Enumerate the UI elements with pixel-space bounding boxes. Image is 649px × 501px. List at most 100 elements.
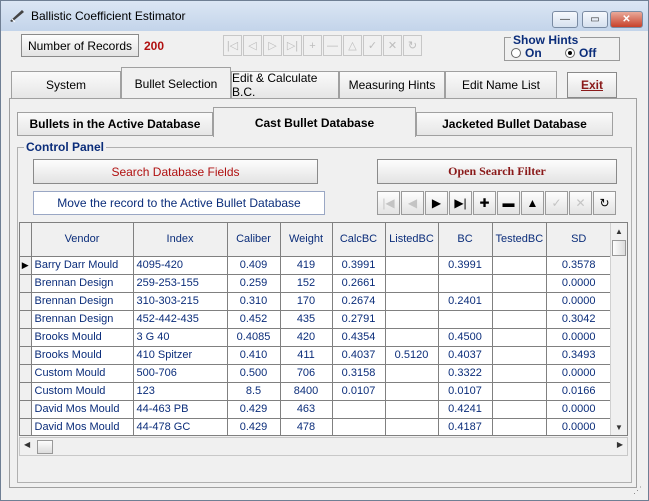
- cell-index[interactable]: 4095-420: [133, 256, 228, 275]
- scroll-left-icon[interactable]: ◀: [24, 440, 30, 449]
- cell-vendor[interactable]: David Mos Mould: [31, 418, 134, 435]
- cell-weight[interactable]: 420: [280, 328, 333, 347]
- cell-sd[interactable]: 0.3493: [546, 346, 612, 365]
- cell-calcbc[interactable]: 0.2791: [332, 310, 386, 329]
- cell-bc[interactable]: 0.3322: [438, 364, 493, 383]
- cell-listedbc[interactable]: [385, 310, 439, 329]
- cell-calcbc[interactable]: [332, 400, 386, 419]
- column-header-weight[interactable]: Weight: [280, 223, 333, 257]
- column-header-index[interactable]: Index: [133, 223, 228, 257]
- cell-calcbc[interactable]: [332, 418, 386, 435]
- cell-caliber[interactable]: 0.429: [227, 418, 281, 435]
- post-icon[interactable]: ✓: [545, 191, 568, 215]
- tab-bullet-selection[interactable]: Bullet Selection: [121, 67, 231, 99]
- cell-vendor[interactable]: Brennan Design: [31, 292, 134, 311]
- table-row[interactable]: Brennan Design 259-253-155 0.259 152 0.2661 0…: [20, 274, 612, 293]
- cell-weight[interactable]: 478: [280, 418, 333, 435]
- move-to-active-database-button[interactable]: Move the record to the Active Bullet Dat…: [33, 191, 325, 215]
- cell-weight[interactable]: 706: [280, 364, 333, 383]
- row-indicator[interactable]: [20, 310, 32, 329]
- scroll-right-icon[interactable]: ▶: [617, 440, 623, 449]
- row-indicator[interactable]: [20, 364, 32, 383]
- cell-bc[interactable]: 0.4500: [438, 328, 493, 347]
- row-indicator[interactable]: [20, 292, 32, 311]
- tab-active-database[interactable]: Bullets in the Active Database: [17, 112, 213, 136]
- exit-button[interactable]: Exit: [567, 72, 617, 98]
- cell-weight[interactable]: 419: [280, 256, 333, 275]
- cell-bc[interactable]: 0.2401: [438, 292, 493, 311]
- horizontal-scrollbar[interactable]: ◀ ▶: [19, 437, 628, 456]
- number-of-records-button[interactable]: Number of Records: [21, 34, 139, 57]
- horizontal-scroll-thumb[interactable]: [37, 440, 53, 454]
- cell-caliber[interactable]: 8.5: [227, 382, 281, 401]
- row-indicator[interactable]: [20, 274, 32, 293]
- column-header-caliber[interactable]: Caliber: [227, 223, 281, 257]
- delete-record-icon[interactable]: —: [323, 35, 342, 56]
- column-header-calcbc[interactable]: CalcBC: [332, 223, 386, 257]
- cell-testedbc[interactable]: [492, 328, 548, 347]
- maximize-button[interactable]: ▭: [582, 11, 608, 28]
- tab-cast-bullet-database[interactable]: Cast Bullet Database: [213, 107, 416, 137]
- cell-caliber[interactable]: 0.452: [227, 310, 281, 329]
- cell-index[interactable]: 259-253-155: [133, 274, 228, 293]
- cell-index[interactable]: 3 G 40: [133, 328, 228, 347]
- row-indicator[interactable]: [20, 328, 32, 347]
- edit-icon[interactable]: ▲: [521, 191, 544, 215]
- tab-jacketed-bullet-database[interactable]: Jacketed Bullet Database: [416, 112, 613, 136]
- column-header-sd[interactable]: SD: [546, 223, 612, 257]
- table-row[interactable]: Brooks Mould 3 G 40 0.4085 420 0.4354 0.4500 0…: [20, 328, 612, 347]
- cell-sd[interactable]: 0.0000: [546, 292, 612, 311]
- cell-vendor[interactable]: Brooks Mould: [31, 328, 134, 347]
- cell-vendor[interactable]: Brooks Mould: [31, 346, 134, 365]
- hints-on-radio[interactable]: On: [511, 46, 542, 60]
- first-icon[interactable]: |◀: [377, 191, 400, 215]
- cell-caliber[interactable]: 0.4085: [227, 328, 281, 347]
- last-record-icon[interactable]: ▷|: [283, 35, 302, 56]
- cell-bc[interactable]: [438, 310, 493, 329]
- close-button[interactable]: ✕: [610, 11, 643, 28]
- cell-calcbc[interactable]: 0.4354: [332, 328, 386, 347]
- tab-edit-calculate-bc[interactable]: Edit & Calculate B.C.: [231, 71, 339, 99]
- last-icon[interactable]: ▶|: [449, 191, 472, 215]
- cell-bc[interactable]: 0.4187: [438, 418, 493, 435]
- tab-edit-name-list[interactable]: Edit Name List: [445, 71, 557, 99]
- prior-icon[interactable]: ◀: [401, 191, 424, 215]
- scroll-down-icon[interactable]: ▼: [611, 419, 627, 435]
- cell-caliber[interactable]: 0.410: [227, 346, 281, 365]
- cell-testedbc[interactable]: [492, 364, 548, 383]
- cell-index[interactable]: 452-442-435: [133, 310, 228, 329]
- cell-calcbc[interactable]: 0.4037: [332, 346, 386, 365]
- cell-testedbc[interactable]: [492, 310, 548, 329]
- cell-weight[interactable]: 8400: [280, 382, 333, 401]
- row-indicator[interactable]: [20, 346, 32, 365]
- cell-listedbc[interactable]: [385, 328, 439, 347]
- cell-listedbc[interactable]: [385, 256, 439, 275]
- add-icon[interactable]: ✚: [473, 191, 496, 215]
- table-row[interactable]: Custom Mould 123 8.5 8400 0.0107 0.0107 0.0166: [20, 382, 612, 401]
- cell-bc[interactable]: 0.3991: [438, 256, 493, 275]
- column-header-listedbc[interactable]: ListedBC: [385, 223, 439, 257]
- cell-weight[interactable]: 152: [280, 274, 333, 293]
- cell-testedbc[interactable]: [492, 292, 548, 311]
- cell-caliber[interactable]: 0.310: [227, 292, 281, 311]
- cell-listedbc[interactable]: [385, 274, 439, 293]
- table-row[interactable]: David Mos Mould 44-478 GC 0.429 478 0.4187 0.…: [20, 418, 612, 435]
- cell-index[interactable]: 44-478 GC: [133, 418, 228, 435]
- vertical-scrollbar[interactable]: ▲ ▼: [610, 223, 627, 435]
- cell-sd[interactable]: 0.0000: [546, 364, 612, 383]
- resize-grip-icon[interactable]: ⋰: [633, 485, 645, 497]
- post-record-icon[interactable]: ✓: [363, 35, 382, 56]
- column-header-bc[interactable]: BC: [438, 223, 493, 257]
- cell-index[interactable]: 310-303-215: [133, 292, 228, 311]
- table-row[interactable]: Custom Mould 500-706 0.500 706 0.3158 0.3322 0…: [20, 364, 612, 383]
- cell-index[interactable]: 500-706: [133, 364, 228, 383]
- cell-bc[interactable]: 0.4241: [438, 400, 493, 419]
- cell-calcbc[interactable]: 0.0107: [332, 382, 386, 401]
- table-row[interactable]: Brennan Design 310-303-215 0.310 170 0.2674 0…: [20, 292, 612, 311]
- row-indicator[interactable]: [20, 382, 32, 401]
- cell-sd[interactable]: 0.0000: [546, 274, 612, 293]
- cell-vendor[interactable]: Custom Mould: [31, 382, 134, 401]
- cancel-edit-icon[interactable]: ✕: [383, 35, 402, 56]
- minimize-button[interactable]: —: [552, 11, 578, 28]
- cancel-icon[interactable]: ✕: [569, 191, 592, 215]
